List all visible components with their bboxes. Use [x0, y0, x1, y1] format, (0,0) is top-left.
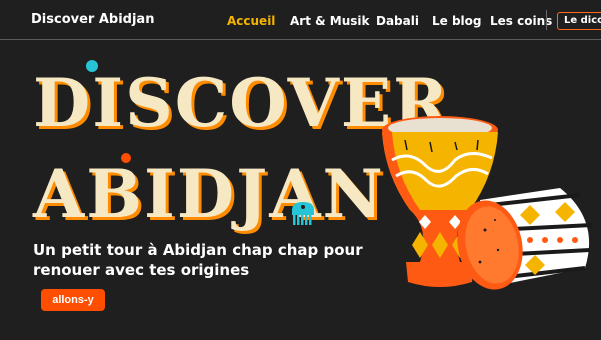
drums-illustration: [382, 116, 593, 290]
